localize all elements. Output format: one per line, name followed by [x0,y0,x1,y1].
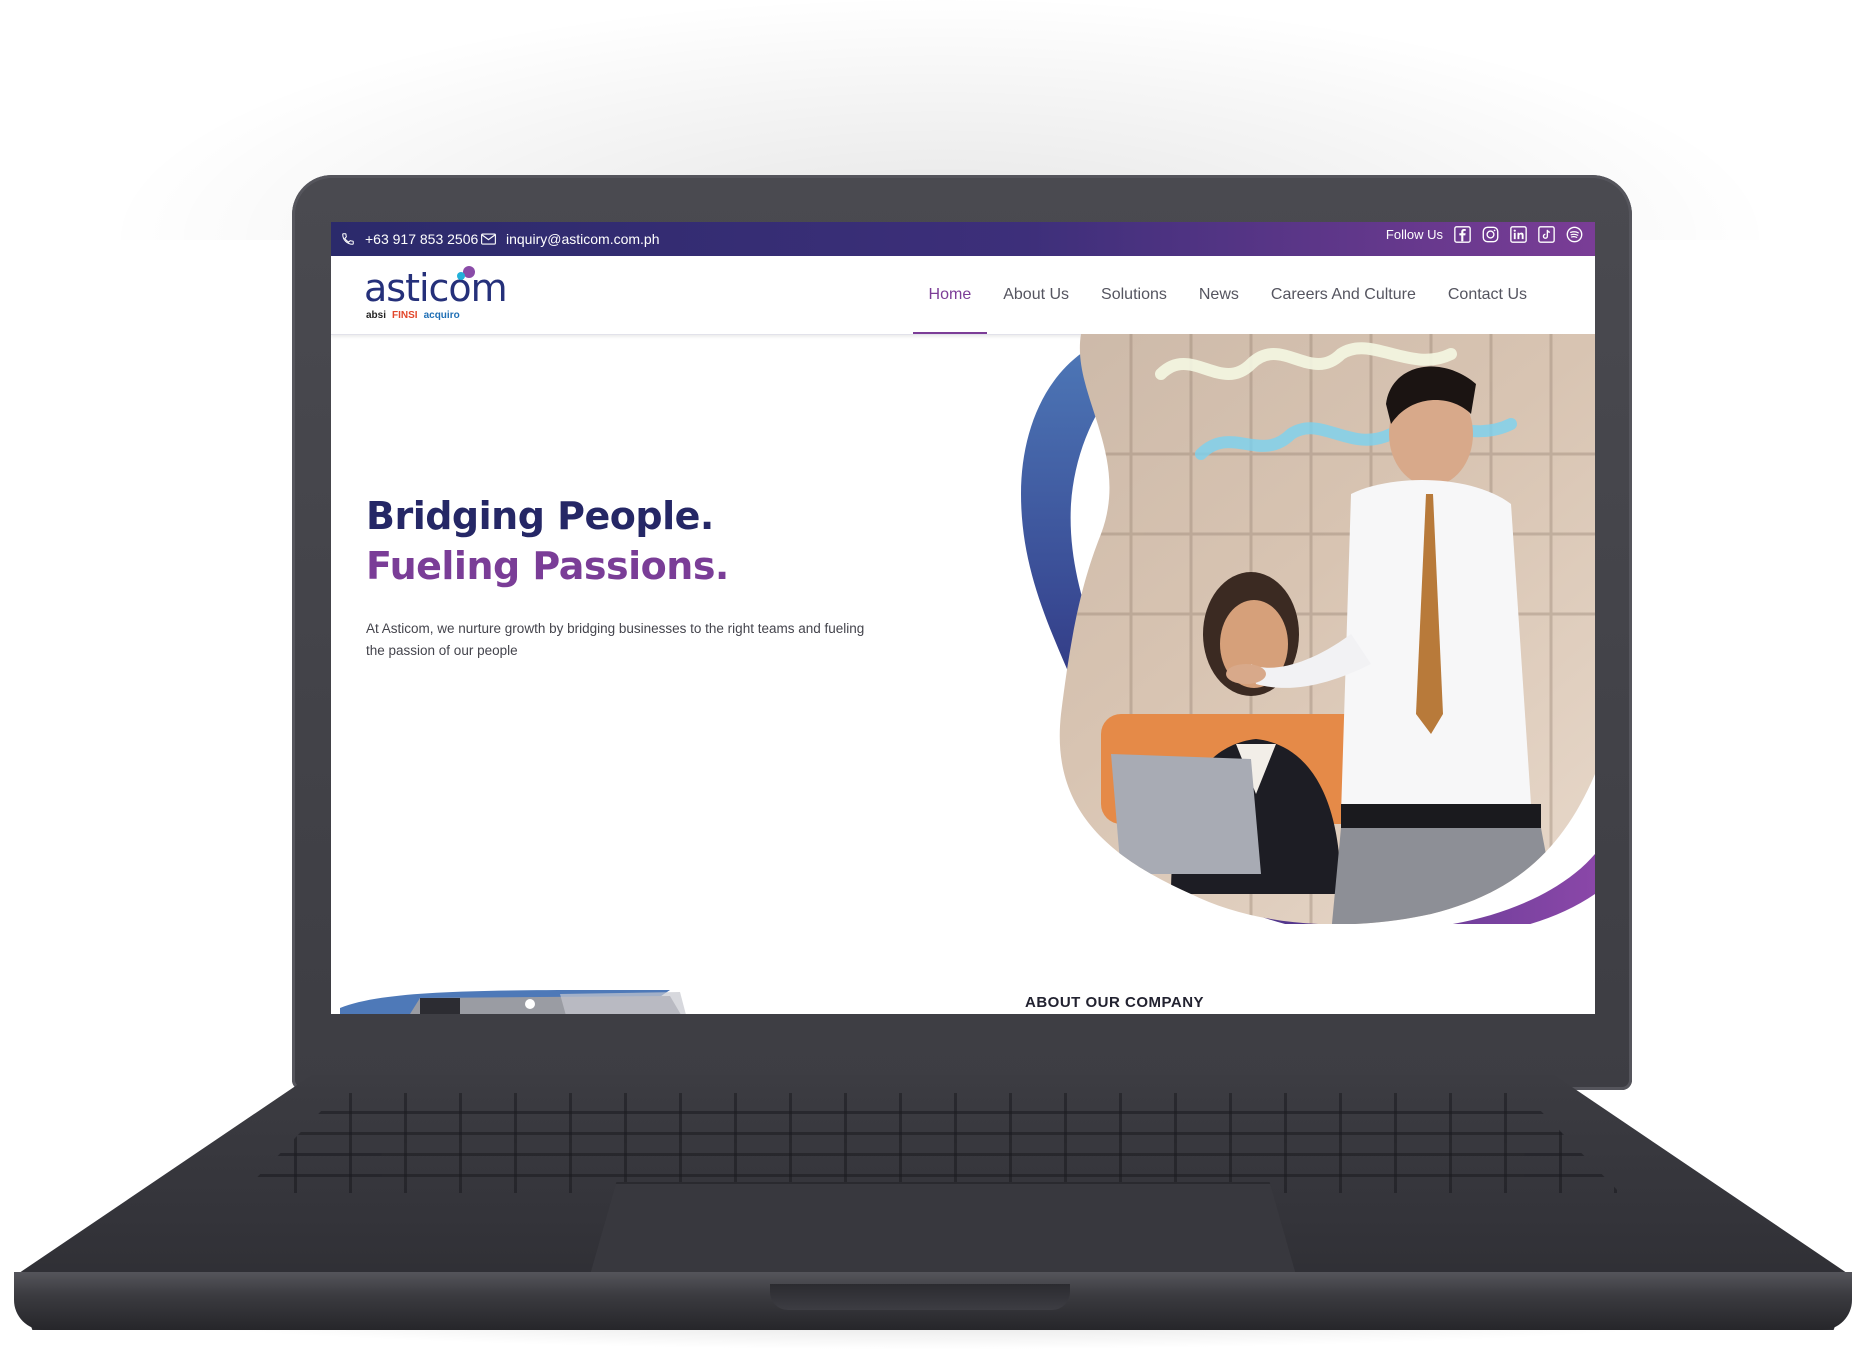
subsidiary-acquiro: acquiro [423,310,460,321]
hero-tagline: At Asticom, we nurture growth by bridgin… [366,621,865,658]
email-address: inquiry@asticom.com.ph [506,231,660,247]
phone-icon [341,232,355,246]
laptop-trackpad [588,1182,1298,1282]
spotify-icon[interactable] [1565,225,1583,243]
follow-label: Follow Us [1385,226,1443,242]
subsidiary-finsi: FINSI [392,310,418,321]
linkedin-icon[interactable] [1509,225,1527,243]
nav-careers-and-culture[interactable]: Careers And Culture [1255,256,1432,334]
nav-about-us[interactable]: About Us [987,256,1085,334]
social-follow: Follow Us [1386,225,1583,243]
nav-home[interactable]: Home [912,256,988,334]
facebook-icon[interactable] [1453,225,1471,243]
headline-line-2: Fueling Passions. [366,544,729,588]
subsidiary-absi: absi [366,310,387,321]
tiktok-icon[interactable] [1537,225,1555,243]
about-section-heading: ABOUT OUR COMPANY [1025,994,1205,1011]
email-link[interactable]: inquiry@asticom.com.ph [481,231,660,247]
logo-wordmark: asticom [364,266,508,310]
phone-number: +63 917 853 2506 [365,231,479,247]
instagram-icon[interactable] [1481,225,1499,243]
hero-section: Bridging People. Fueling Passions. At As… [331,334,1595,1014]
site-header: asticom absi FINSI acquiro Home About Us… [331,256,1595,335]
top-contact-bar: +63 917 853 2506 inquiry@asticom.com.ph … [331,222,1595,256]
nav-contact-us[interactable]: Contact Us [1432,256,1543,334]
phone-link[interactable]: +63 917 853 2506 [341,231,478,247]
logo-dot-icon [457,266,475,280]
hero-photo [1021,334,1595,924]
nav-news[interactable]: News [1183,256,1255,334]
laptop-keyboard [242,1093,1620,1193]
about-section-photo [340,990,686,1014]
headline-line-1: Bridging People. [366,494,714,538]
subsidiary-logos: absi FINSI acquiro [366,310,460,321]
main-nav: Home About Us Solutions News Careers And… [912,256,1543,334]
asticom-logo[interactable]: asticom absi FINSI acquiro [364,266,509,326]
hero-headline: Bridging People. Fueling Passions. [366,491,729,591]
mail-icon [481,233,496,245]
nav-solutions[interactable]: Solutions [1085,256,1183,334]
laptop-screen: +63 917 853 2506 inquiry@asticom.com.ph … [331,222,1595,1014]
laptop-notch [770,1284,1070,1310]
